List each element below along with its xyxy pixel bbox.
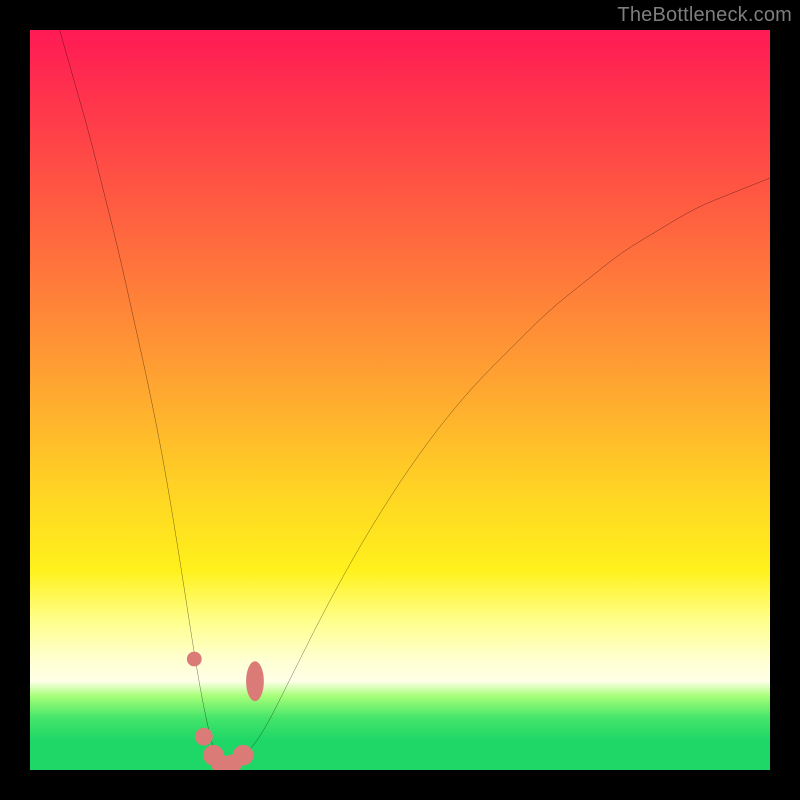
watermark-text: TheBottleneck.com	[617, 4, 792, 27]
right-floor-dot	[233, 745, 254, 766]
curve-svg	[30, 30, 770, 770]
bottleneck-curve	[60, 30, 770, 770]
left-floor-dot-1	[195, 728, 213, 746]
left-shoulder-dot	[187, 652, 202, 667]
plot-area	[30, 30, 770, 770]
right-shoulder-pill	[246, 661, 264, 701]
chart-frame: TheBottleneck.com	[0, 0, 800, 800]
curve-markers	[187, 652, 264, 770]
